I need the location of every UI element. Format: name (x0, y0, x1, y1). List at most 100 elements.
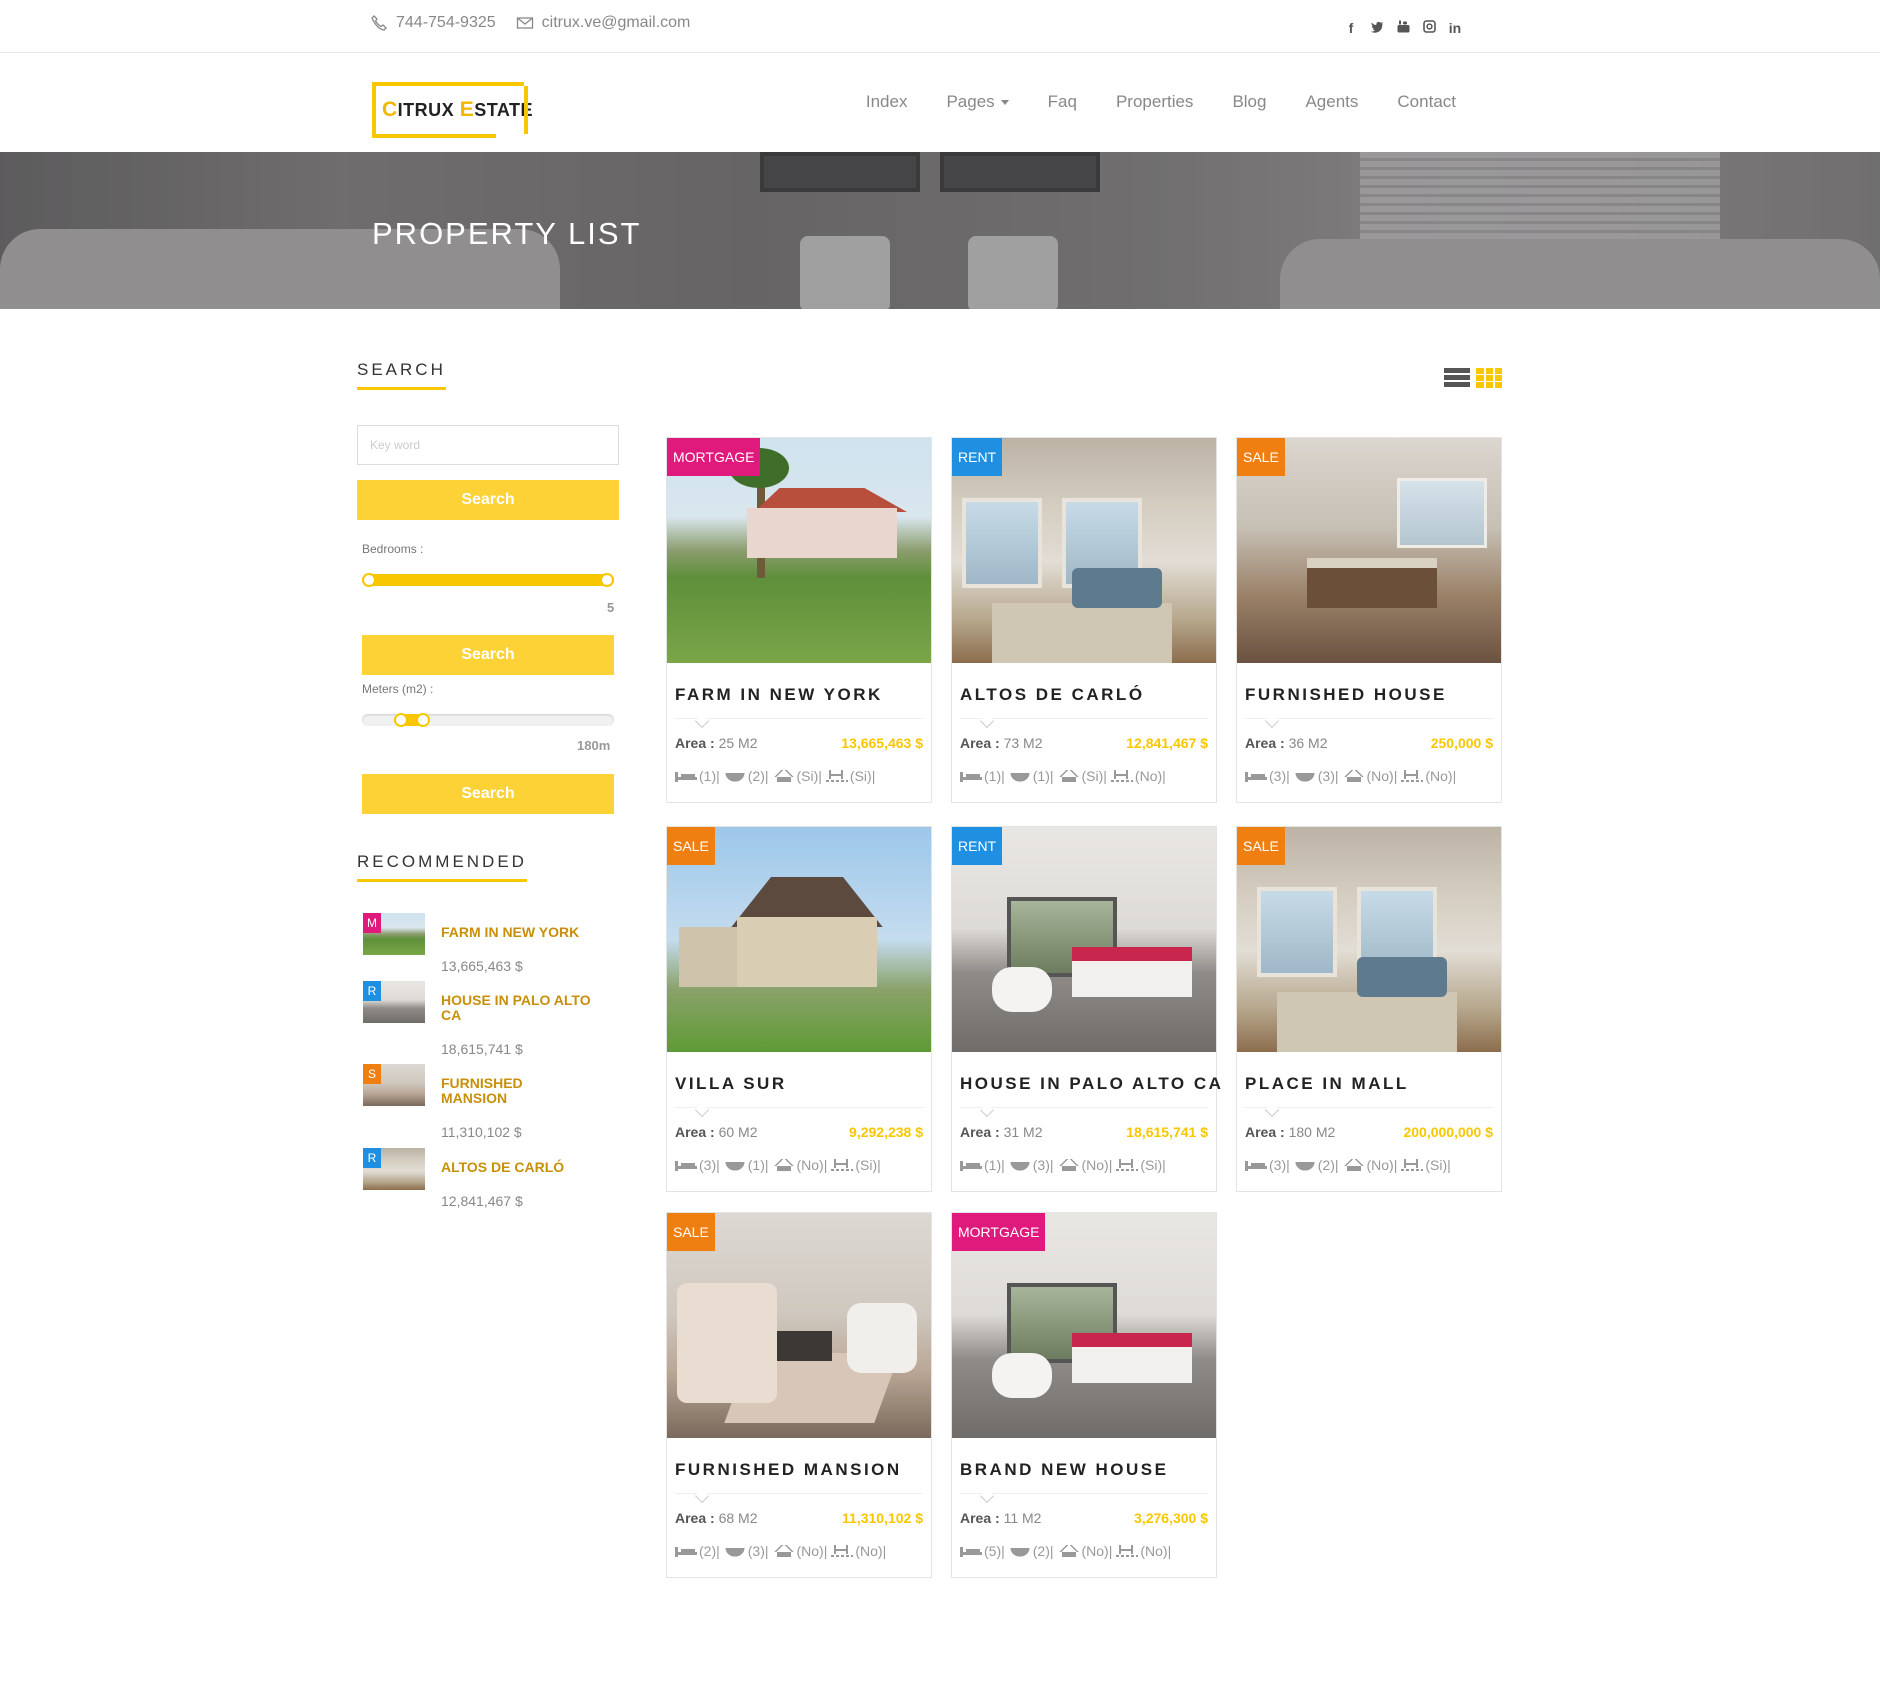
slider-handle-min[interactable] (362, 573, 376, 587)
property-title[interactable]: FARM IN NEW YORK (675, 685, 883, 705)
recommended-price: 12,841,467 $ (441, 1193, 523, 1209)
keyword-input[interactable]: Key word (357, 425, 619, 465)
area-label: Area : (960, 1510, 1000, 1526)
bed-icon (960, 1159, 982, 1171)
property-photo[interactable]: RENT (952, 438, 1216, 663)
pool-icon (1116, 1545, 1139, 1557)
property-features: (3)| (3)| (No)| (No)| (1245, 768, 1456, 784)
recommended-name[interactable]: FARM IN NEW YORK (441, 925, 591, 940)
menu-item-contact[interactable]: Contact (1397, 92, 1456, 112)
logo-text: CITRUX ESTATE (382, 98, 533, 122)
menu-item-index[interactable]: Index (866, 92, 908, 112)
property-card[interactable]: SALE FURNISHED HOUSE Area : 36 M2 250,00… (1236, 437, 1502, 803)
status-badge: SALE (667, 827, 715, 865)
email-item[interactable]: citrux.ve@gmail.com (516, 14, 690, 32)
recommended-name[interactable]: ALTOS DE CARLÓ (441, 1160, 591, 1175)
property-photo[interactable]: SALE (667, 827, 931, 1052)
property-card[interactable]: MORTGAGE BRAND NEW HOUSE Area : 11 M2 3,… (951, 1212, 1217, 1578)
property-photo[interactable]: SALE (1237, 438, 1501, 663)
photo-sofa (1072, 568, 1162, 608)
property-photo[interactable]: SALE (1237, 827, 1501, 1052)
bed-icon (960, 1545, 982, 1557)
garage-icon (1342, 1159, 1365, 1171)
menu-item-agents[interactable]: Agents (1305, 92, 1358, 112)
bedrooms-search-button[interactable]: Search (362, 635, 614, 675)
bed-icon (960, 770, 982, 782)
pool-icon (831, 1545, 854, 1557)
recommended-name[interactable]: HOUSE IN PALO ALTO CA (441, 993, 591, 1023)
chevron-down-icon (979, 1102, 995, 1118)
property-card[interactable]: SALE FURNISHED MANSION Area : 68 M2 11,3… (666, 1212, 932, 1578)
mail-icon (516, 14, 534, 32)
menu-label: Faq (1047, 92, 1077, 111)
area-value: 68 M2 (718, 1510, 758, 1526)
menu-item-pages[interactable]: Pages (946, 92, 1009, 112)
garage-value: (Si)| (796, 768, 822, 784)
slider-handle-max[interactable] (600, 573, 614, 587)
property-card[interactable]: MORTGAGE FARM IN NEW YORK Area : 25 M2 1… (666, 437, 932, 803)
property-title[interactable]: ALTOS DE CARLÓ (960, 685, 1145, 705)
logo-letter-c: C (382, 98, 398, 121)
property-card[interactable]: RENT HOUSE IN PALO ALTO CA Area : 31 M2 … (951, 826, 1221, 1192)
bath-icon (1008, 1159, 1031, 1171)
property-title[interactable]: BRAND NEW HOUSE (960, 1460, 1168, 1480)
beds-count: (1)| (699, 768, 720, 784)
garage-value: (Si)| (1081, 768, 1107, 784)
property-title[interactable]: PLACE IN MALL (1245, 1074, 1409, 1094)
photo-window (1397, 478, 1487, 548)
meters-slider[interactable] (362, 713, 614, 727)
pool-value: (Si)| (1140, 1157, 1166, 1173)
area-value: 180 M2 (1288, 1124, 1336, 1140)
baths-count: (3)| (1317, 768, 1339, 784)
property-card[interactable]: SALE VILLA SUR Area : 60 M2 9,292,238 $ … (666, 826, 932, 1192)
pool-icon (1116, 1159, 1139, 1171)
menu-item-faq[interactable]: Faq (1048, 92, 1077, 112)
youtube-icon[interactable] (1396, 20, 1410, 36)
property-card[interactable]: RENT ALTOS DE CARLÓ Area : 73 M2 12,841,… (951, 437, 1217, 803)
garage-value: (No)| (1366, 768, 1398, 784)
logo-underline (372, 134, 496, 138)
property-title[interactable]: FURNISHED HOUSE (1245, 685, 1447, 705)
menu-item-properties[interactable]: Properties (1116, 92, 1193, 112)
menu-item-blog[interactable]: Blog (1232, 92, 1266, 112)
linkedin-icon[interactable]: in (1448, 20, 1462, 36)
chevron-down-icon (979, 713, 995, 729)
area-label: Area : (1245, 735, 1285, 751)
pool-icon (825, 770, 848, 782)
garage-icon (1057, 1545, 1080, 1557)
property-area: Area : 180 M2 (1245, 1124, 1335, 1140)
property-photo[interactable]: SALE (667, 1213, 931, 1438)
phone-item[interactable]: 744-754-9325 (370, 14, 496, 32)
twitter-icon[interactable] (1370, 20, 1384, 36)
list-view-icon[interactable] (1444, 368, 1470, 388)
grid-view-icon[interactable] (1476, 368, 1502, 388)
bed-icon (1245, 770, 1267, 782)
bedrooms-slider[interactable] (362, 573, 614, 587)
photo-rug (992, 603, 1172, 663)
search-button[interactable]: Search (357, 480, 619, 520)
property-photo[interactable]: RENT (952, 827, 1216, 1052)
banner-overlay (0, 152, 1880, 309)
meters-search-button[interactable]: Search (362, 774, 614, 814)
instagram-icon[interactable] (1422, 20, 1436, 36)
photo-sofa (677, 1283, 777, 1403)
photo-bed (1072, 1333, 1192, 1383)
slider-handle-min[interactable] (394, 713, 408, 727)
top-bar: 744-754-9325 citrux.ve@gmail.com f in (0, 0, 1880, 53)
slider-handle-max[interactable] (416, 713, 430, 727)
property-photo[interactable]: MORTGAGE (952, 1213, 1216, 1438)
property-photo[interactable]: MORTGAGE (667, 438, 931, 663)
property-title[interactable]: FURNISHED MANSION (675, 1460, 902, 1480)
facebook-icon[interactable]: f (1344, 20, 1358, 36)
recommended-name[interactable]: FURNISHED MANSION (441, 1076, 591, 1106)
caret-down-icon (1000, 99, 1009, 105)
property-area: Area : 73 M2 (960, 735, 1043, 751)
property-title[interactable]: HOUSE IN PALO ALTO CA (960, 1074, 1223, 1094)
site-logo[interactable]: CITRUX ESTATE (372, 82, 533, 138)
property-title[interactable]: VILLA SUR (675, 1074, 787, 1094)
baths-count: (2)| (1032, 1543, 1054, 1559)
divider (1245, 718, 1493, 719)
main-navbar: CITRUX ESTATE Index Pages Faq Properties… (0, 54, 1880, 152)
property-card[interactable]: SALE PLACE IN MALL Area : 180 M2 200,000… (1236, 826, 1502, 1192)
chevron-down-icon (694, 1102, 710, 1118)
